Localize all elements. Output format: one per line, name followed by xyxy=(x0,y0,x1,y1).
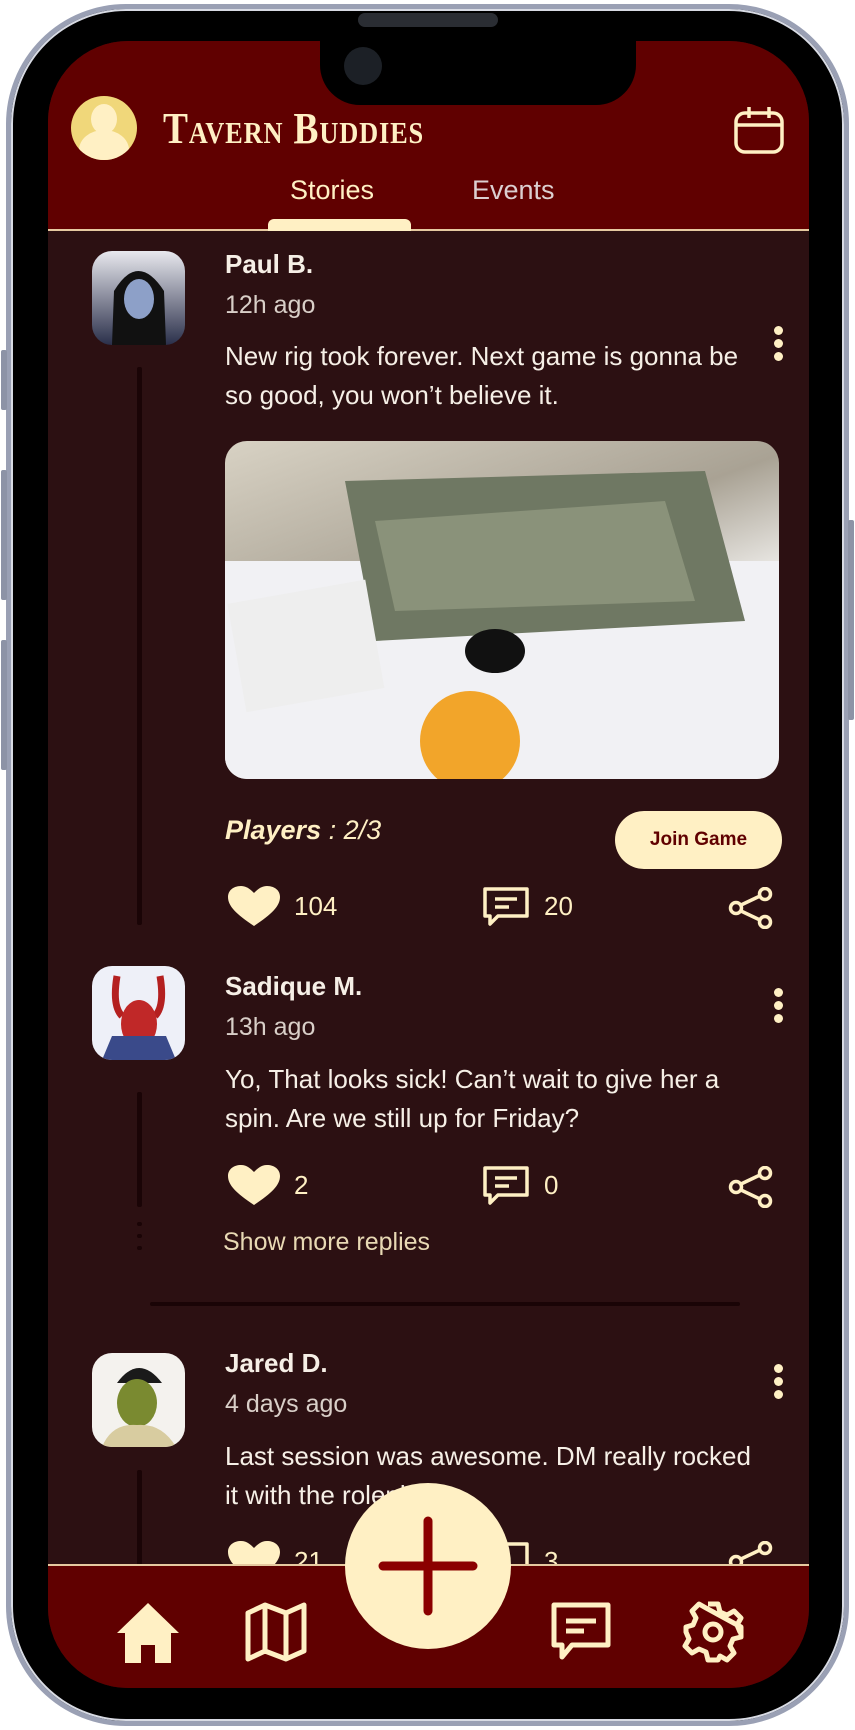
home-icon[interactable] xyxy=(115,1601,181,1665)
players-count: Players : 2/3 xyxy=(225,815,382,845)
camera xyxy=(344,47,382,85)
add-icon xyxy=(378,1516,478,1616)
tab-events[interactable]: Events xyxy=(472,175,555,206)
show-more-replies-link[interactable]: Show more replies xyxy=(223,1228,430,1257)
post-time: 4 days ago xyxy=(225,1390,348,1418)
thread-dot xyxy=(137,1234,142,1238)
post-text: Yo, That looks sick! Can’t wait to give … xyxy=(225,1064,720,1133)
heart-icon xyxy=(228,886,280,926)
thread-line xyxy=(137,1092,142,1207)
post-text: Last session was awesome. DM really rock… xyxy=(225,1441,751,1510)
comment-button[interactable]: 0 xyxy=(482,1165,558,1205)
thread-line xyxy=(137,367,142,925)
comment-button[interactable]: 20 xyxy=(482,886,573,926)
app-screen: Tavern Buddies Stories Events Paul B. 12… xyxy=(48,41,809,1688)
chat-icon[interactable] xyxy=(550,1601,612,1665)
tab-stories[interactable]: Stories xyxy=(290,175,374,206)
share-icon[interactable] xyxy=(728,1166,774,1208)
post-image[interactable] xyxy=(225,441,779,779)
post-author[interactable]: Sadique M. xyxy=(225,971,362,1002)
comment-count: 20 xyxy=(544,890,573,921)
like-count: 104 xyxy=(294,890,338,921)
divider xyxy=(150,1302,740,1306)
post-author[interactable]: Paul B. xyxy=(225,249,313,280)
avatar[interactable] xyxy=(92,1353,185,1447)
side-button xyxy=(1,470,7,600)
speaker xyxy=(358,13,498,27)
settings-icon[interactable] xyxy=(682,1601,744,1663)
thread-dot xyxy=(137,1246,142,1250)
side-button xyxy=(1,350,7,410)
share-icon[interactable] xyxy=(728,887,774,929)
avatar[interactable] xyxy=(92,251,185,345)
post-time: 13h ago xyxy=(225,1013,316,1041)
comment-icon xyxy=(483,1166,529,1205)
side-button xyxy=(848,520,854,720)
more-options-icon[interactable] xyxy=(774,988,784,1027)
notch xyxy=(320,41,636,105)
join-game-button[interactable]: Join Game xyxy=(615,811,782,869)
like-button[interactable]: 2 xyxy=(228,1165,308,1205)
comment-icon xyxy=(483,887,529,926)
thread-dot xyxy=(137,1222,142,1226)
like-count: 2 xyxy=(294,1169,309,1200)
more-options-icon[interactable] xyxy=(774,326,784,365)
app-title: Tavern Buddies xyxy=(163,104,425,153)
comment-count: 0 xyxy=(544,1169,559,1200)
side-button xyxy=(1,640,7,770)
post-author[interactable]: Jared D. xyxy=(225,1348,328,1379)
more-options-icon[interactable] xyxy=(774,1364,784,1403)
user-avatar-icon[interactable] xyxy=(71,96,137,160)
post-time: 12h ago xyxy=(225,291,316,319)
avatar[interactable] xyxy=(92,966,185,1060)
calendar-icon[interactable] xyxy=(733,105,785,155)
post-text: New rig took forever. Next game is gonna… xyxy=(225,341,739,410)
add-post-button[interactable] xyxy=(345,1483,511,1649)
heart-icon xyxy=(228,1165,280,1205)
active-tab-indicator xyxy=(268,219,411,231)
map-icon[interactable] xyxy=(245,1601,307,1663)
thread-line xyxy=(137,1470,142,1570)
like-button[interactable]: 104 xyxy=(228,886,337,926)
